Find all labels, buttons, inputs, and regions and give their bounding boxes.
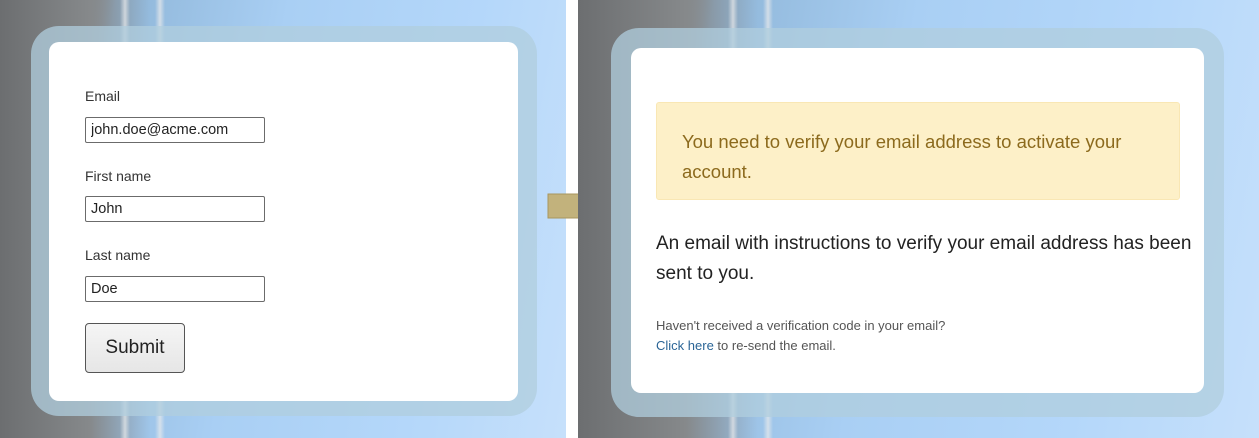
resend-line: Click here to re-send the email.	[656, 336, 1196, 356]
verify-email-alert: You need to verify your email address to…	[656, 102, 1180, 200]
verification-panel: You need to verify your email address to…	[578, 0, 1259, 438]
last-name-label: Last name	[85, 247, 151, 263]
first-name-field[interactable]	[85, 196, 265, 222]
registration-form: Email First name Last name Submit	[49, 42, 518, 401]
email-sent-message: An email with instructions to verify you…	[656, 233, 1192, 284]
email-field[interactable]	[85, 117, 265, 143]
first-name-label: First name	[85, 168, 152, 184]
resend-suffix: to re-send the email.	[713, 338, 836, 353]
email-label: Email	[85, 88, 121, 104]
resend-hint: Haven't received a verification code in …	[656, 316, 1196, 356]
registration-panel: Email First name Last name Submit	[0, 0, 566, 438]
last-name-field[interactable]	[85, 276, 265, 302]
submit-button[interactable]: Submit	[85, 323, 185, 373]
resend-link[interactable]: Click here	[656, 338, 714, 353]
resend-question: Haven't received a verification code in …	[656, 318, 946, 333]
verification-card: You need to verify your email address to…	[631, 48, 1204, 393]
alert-text: You need to verify your email address to…	[682, 131, 1122, 182]
